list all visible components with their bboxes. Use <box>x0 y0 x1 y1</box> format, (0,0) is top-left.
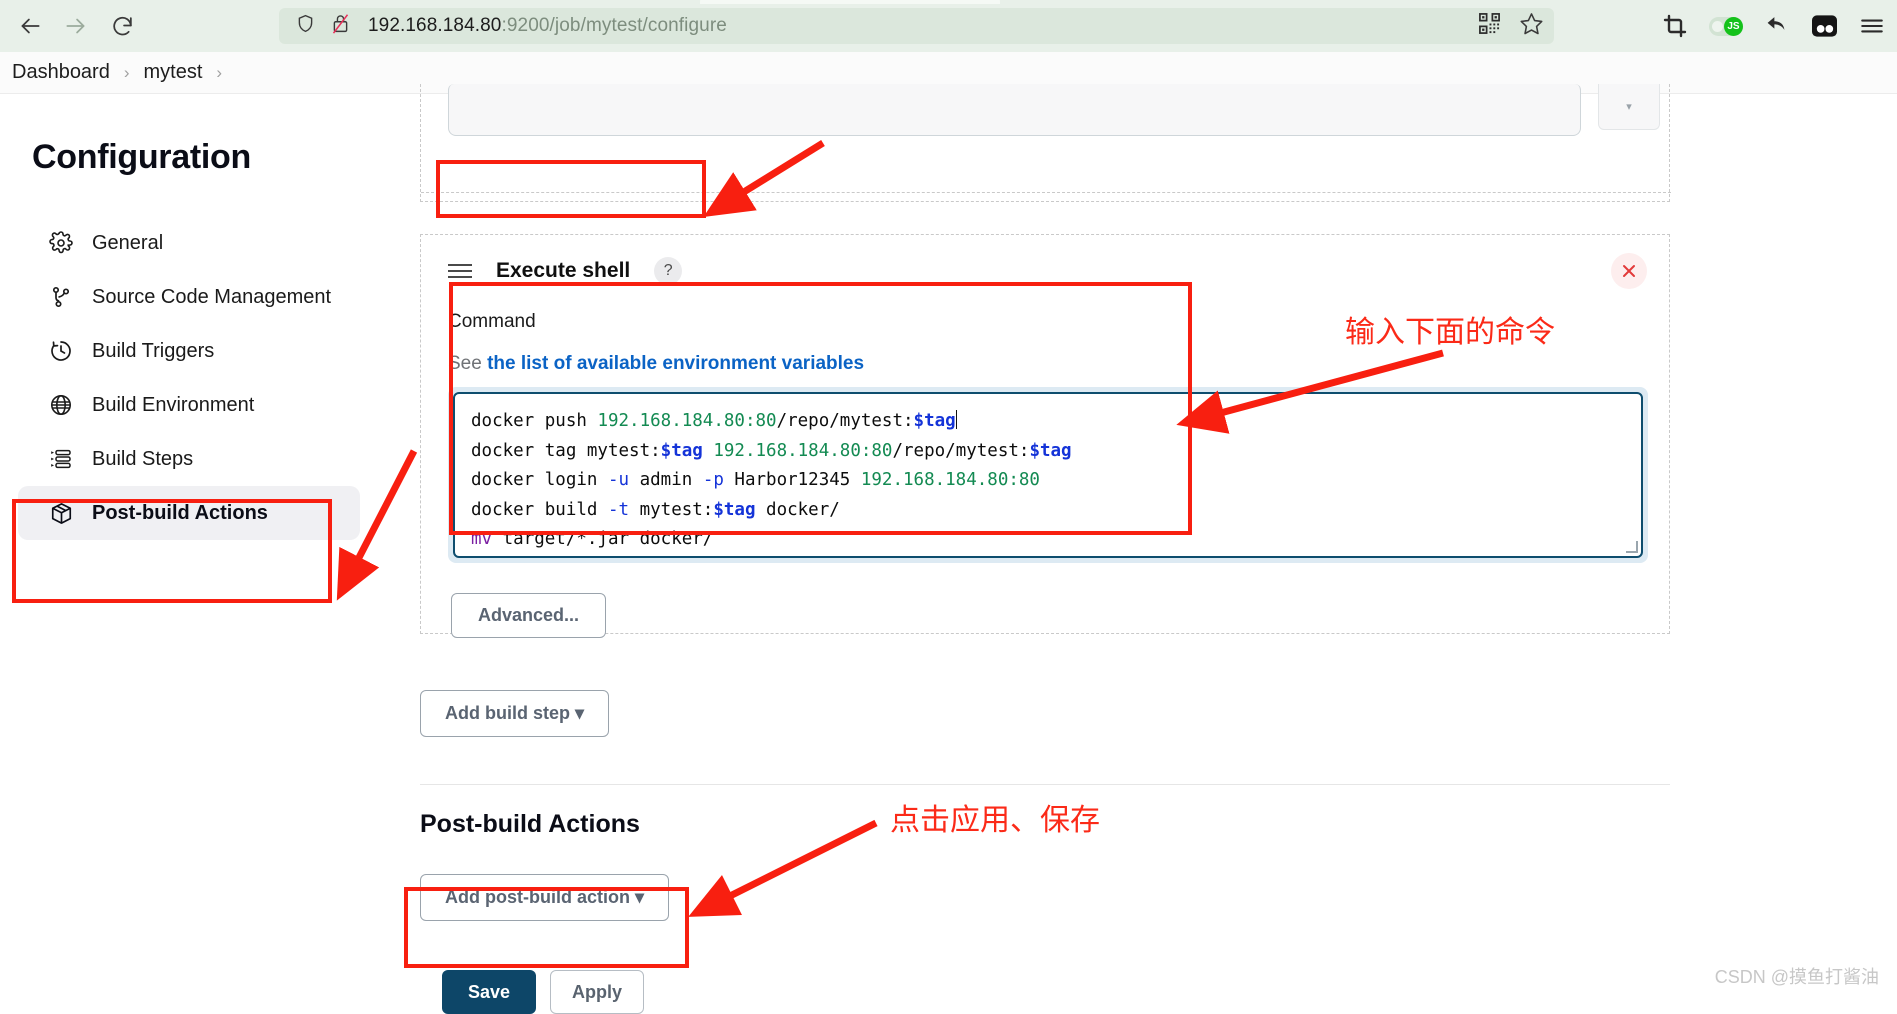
address-bar[interactable]: 192.168.184.80:9200/job/mytest/configure <box>279 8 1554 44</box>
command-line: docker build -t mytest:$tag docker/ <box>471 496 1625 526</box>
command-line: docker tag mytest:$tag 192.168.184.80:80… <box>471 437 1625 467</box>
git-branch-icon <box>48 284 74 310</box>
env-hint-prefix: See <box>448 353 487 374</box>
sidebar-item-label: Build Environment <box>92 394 254 417</box>
sidebar: Configuration General Source Code Manage… <box>0 94 420 1001</box>
package-box-icon <box>48 500 74 526</box>
navigation-buttons <box>0 6 142 46</box>
command-line: mv target/*.jar docker/ <box>471 525 1625 555</box>
breadcrumb-separator: › <box>124 63 130 83</box>
close-icon[interactable] <box>1611 253 1647 289</box>
breadcrumb-item-dashboard[interactable]: Dashboard <box>12 61 110 84</box>
breadcrumb-item-mytest[interactable]: mytest <box>144 61 203 84</box>
advanced-button[interactable]: Advanced... <box>451 593 606 638</box>
sidebar-item-label: Post-build Actions <box>92 502 268 525</box>
sidebar-item-label: Source Code Management <box>92 286 331 309</box>
watermark: CSDN @摸鱼打酱油 <box>1715 963 1879 989</box>
qr-code-icon[interactable] <box>1478 12 1501 40</box>
lock-crossed-icon[interactable] <box>330 12 351 40</box>
post-build-actions-heading: Post-build Actions <box>420 810 640 839</box>
command-label: Command <box>448 311 536 333</box>
hamburger-menu-icon[interactable] <box>1859 13 1885 39</box>
annotation-text-command: 输入下面的命令 <box>1345 307 1555 351</box>
javascript-toggle-label: JS <box>1724 17 1743 36</box>
back-icon[interactable] <box>10 6 50 46</box>
sidebar-item-general[interactable]: General <box>18 216 360 270</box>
previous-step-input[interactable] <box>448 84 1581 136</box>
sidebar-item-label: Build Triggers <box>92 340 214 363</box>
undo-arrow-icon[interactable] <box>1765 14 1790 39</box>
environment-variables-hint: See the list of available environment va… <box>448 353 864 375</box>
sidebar-item-label: General <box>92 232 163 255</box>
breadcrumb-separator: › <box>216 63 222 83</box>
command-line: docker login -u admin -p Harbor12345 192… <box>471 466 1625 496</box>
panel-divider <box>421 192 1671 193</box>
shield-icon[interactable] <box>295 13 316 39</box>
apply-button[interactable]: Apply <box>550 970 644 1014</box>
sidebar-nav: General Source Code Management Build Tri… <box>0 216 420 540</box>
command-line: docker push 192.168.184.80:80/repo/mytes… <box>471 407 1625 437</box>
help-icon[interactable]: ? <box>654 257 682 285</box>
execute-shell-title: Execute shell <box>496 259 630 283</box>
forward-icon[interactable] <box>56 6 96 46</box>
chevron-down-icon: ▾ <box>575 703 584 723</box>
sidebar-item-label: Build Steps <box>92 448 193 471</box>
save-button[interactable]: Save <box>442 970 536 1014</box>
add-build-step-button[interactable]: Add build step ▾ <box>420 690 609 737</box>
javascript-toggle[interactable]: JS <box>1709 17 1743 36</box>
previous-build-step-panel: ▾ <box>420 84 1670 202</box>
sidebar-item-build-steps[interactable]: Build Steps <box>18 432 360 486</box>
address-bar-icons <box>279 12 351 40</box>
gear-icon <box>48 230 74 256</box>
browser-toolbar: 192.168.184.80:9200/job/mytest/configure <box>0 0 1897 52</box>
sidebar-item-build-environment[interactable]: Build Environment <box>18 378 360 432</box>
sidebar-item-post-build-actions[interactable]: Post-build Actions <box>18 486 360 540</box>
address-bar-url: 192.168.184.80:9200/job/mytest/configure <box>368 15 727 37</box>
execute-shell-header[interactable]: Execute shell ? <box>448 257 682 285</box>
clock-icon <box>48 338 74 364</box>
browser-extensions-toolbar: JS <box>1663 0 1885 52</box>
crop-icon[interactable] <box>1663 14 1687 38</box>
star-icon[interactable] <box>1519 11 1544 41</box>
page-title: Configuration <box>32 138 251 177</box>
chevron-down-icon[interactable]: ▾ <box>1598 84 1660 130</box>
command-textarea[interactable]: docker push 192.168.184.80:80/repo/mytes… <box>453 392 1643 558</box>
list-steps-icon <box>48 446 74 472</box>
environment-variables-link[interactable]: the list of available environment variab… <box>487 353 864 374</box>
browser-tab-stub[interactable] <box>700 0 1000 4</box>
execute-shell-card: Execute shell ? Command See the list of … <box>420 234 1670 634</box>
command-textarea-wrapper: docker push 192.168.184.80:80/repo/mytes… <box>448 387 1648 563</box>
address-bar-actions <box>1478 8 1544 44</box>
add-build-step-label: Add build step <box>445 703 570 723</box>
drag-handle-icon[interactable] <box>448 264 472 278</box>
add-post-build-action-button[interactable]: Add post-build action ▾ <box>420 874 669 921</box>
sidebar-item-build-triggers[interactable]: Build Triggers <box>18 324 360 378</box>
main-content: ▾ Execute shell ? Command See the list o… <box>420 94 1897 1001</box>
section-divider <box>420 784 1670 785</box>
reload-icon[interactable] <box>102 6 142 46</box>
sidebar-item-source-code-management[interactable]: Source Code Management <box>18 270 360 324</box>
text-cursor <box>956 410 958 429</box>
globe-icon <box>48 392 74 418</box>
chevron-down-icon: ▾ <box>635 887 644 907</box>
annotation-text-save: 点击应用、保存 <box>890 795 1100 839</box>
reader-panel-icon[interactable] <box>1812 15 1837 37</box>
textarea-resize-handle[interactable] <box>1626 541 1638 553</box>
add-post-build-action-label: Add post-build action <box>445 887 630 907</box>
